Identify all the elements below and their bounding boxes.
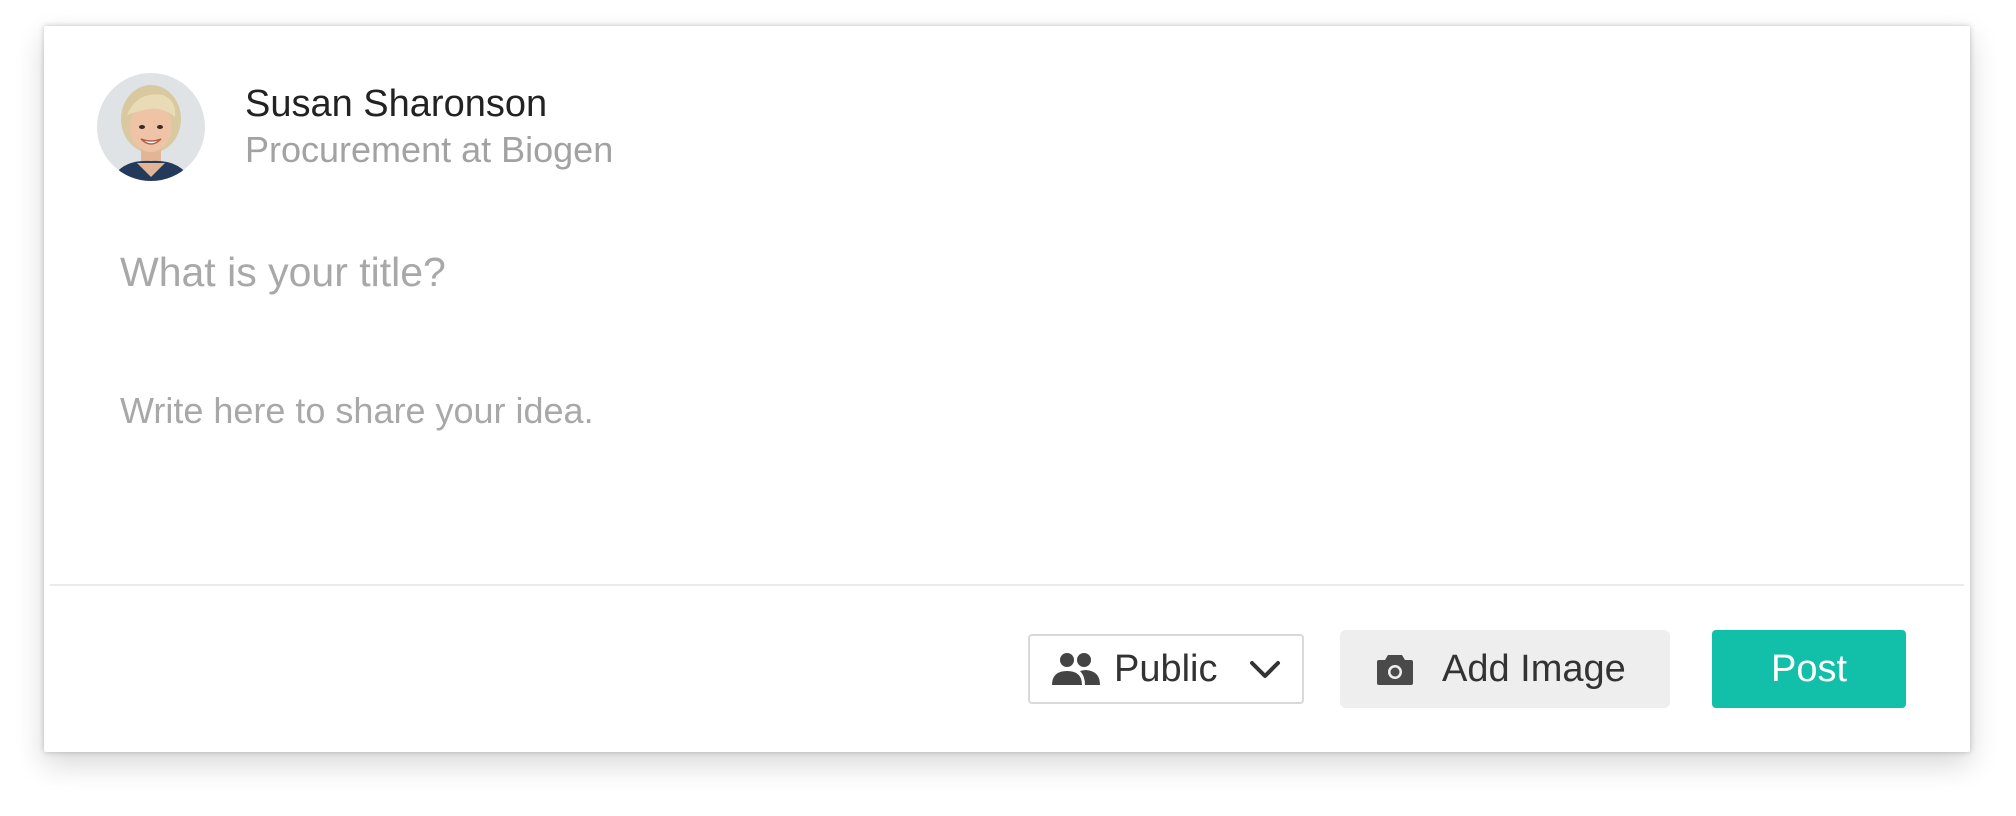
author-header: Susan Sharonson Procurement at Biogen (97, 73, 613, 181)
post-composer-card: Susan Sharonson Procurement at Biogen Pu… (44, 26, 1970, 752)
camera-icon (1377, 655, 1413, 685)
author-role: Procurement at Biogen (245, 129, 614, 170)
privacy-select[interactable]: Public (1028, 634, 1304, 704)
avatar (97, 73, 205, 181)
add-image-label: Add Image (1442, 647, 1626, 690)
author-name[interactable]: Susan Sharonson (245, 81, 613, 127)
composer-footer: Public Add Image Post (1028, 630, 1906, 708)
post-button[interactable]: Post (1712, 630, 1906, 708)
body-textarea[interactable] (120, 386, 1820, 536)
footer-divider (50, 584, 1964, 586)
user-photo-avatar-icon (97, 73, 205, 181)
privacy-select-value: Public (1114, 647, 1218, 690)
add-image-button[interactable]: Add Image (1340, 630, 1670, 708)
people-icon (1052, 653, 1100, 685)
title-input[interactable] (120, 244, 1820, 300)
chevron-down-icon (1250, 661, 1280, 678)
author-info: Susan Sharonson Procurement at Biogen (245, 81, 613, 173)
